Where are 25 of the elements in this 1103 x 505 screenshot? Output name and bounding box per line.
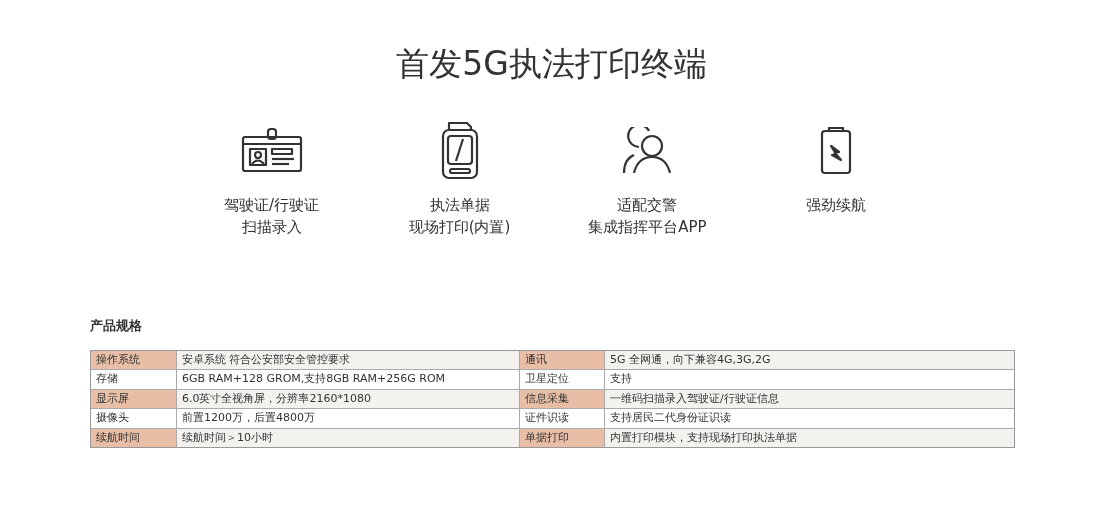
spec-value: 5G 全网通，向下兼容4G,3G,2G — [604, 350, 1014, 369]
spec-label: 单据打印 — [519, 428, 604, 447]
feature-label: 强劲续航 — [805, 195, 866, 216]
feature-label: 扫描录入 — [241, 217, 302, 238]
printer-icon — [440, 121, 479, 181]
feature-label: 现场打印(内置) — [408, 217, 511, 238]
feature-label: 驾驶证/行驶证 — [223, 195, 320, 216]
page-title: 首发5G执法打印终端 — [395, 43, 708, 85]
spec-value: 6.0英寸全视角屏，分辨率2160*1080 — [176, 389, 519, 408]
spec-value: 续航时间＞10小时 — [176, 428, 519, 447]
spec-value: 安卓系统 符合公安部安全管控要求 — [176, 350, 519, 369]
feature-label: 集成指挥平台APP — [588, 217, 707, 238]
spec-label: 通讯 — [519, 350, 604, 369]
spec-label: 操作系统 — [91, 350, 176, 369]
feature-label: 适配交警 — [617, 195, 678, 216]
spec-label: 显示屏 — [91, 389, 176, 408]
spec-value: 一维码扫描录入驾驶证/行驶证信息 — [604, 389, 1014, 408]
users-icon — [621, 127, 674, 175]
spec-label: 续航时间 — [91, 428, 176, 447]
spec-label: 信息采集 — [519, 389, 604, 408]
section-heading: 产品规格 — [90, 317, 143, 335]
feature-label: 执法单据 — [429, 195, 490, 216]
spec-value: 内置打印模块，支持现场打印执法单据 — [604, 428, 1014, 447]
id-card-icon — [240, 127, 303, 175]
battery-icon — [818, 126, 853, 176]
